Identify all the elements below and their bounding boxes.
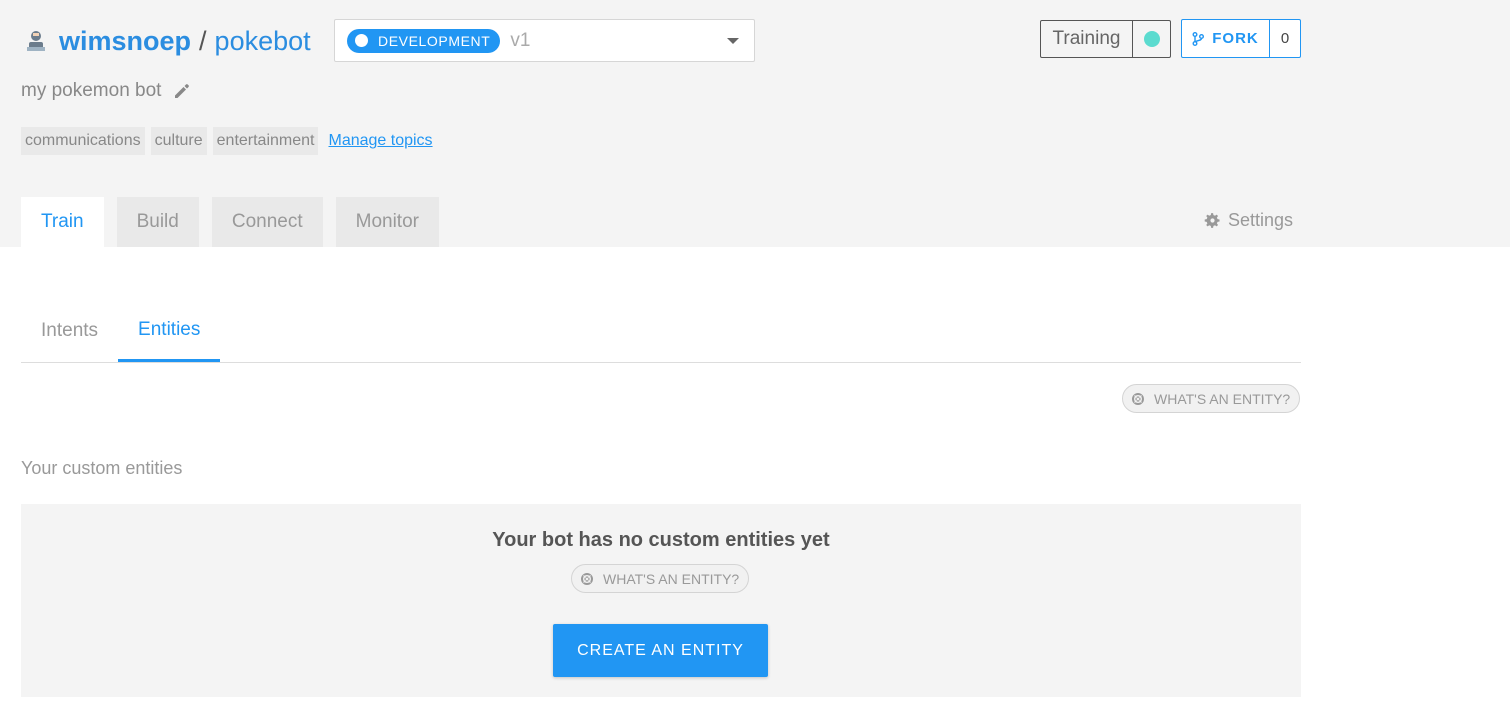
bot-header-panel: wimsnoep / pokebot DEVELOPMENT v1 Traini… <box>0 0 1510 247</box>
fork-control: FORK 0 <box>1181 19 1301 58</box>
main-tabs: Train Build Connect Monitor <box>21 197 452 247</box>
fork-label: FORK <box>1212 30 1259 47</box>
lifebuoy-icon <box>1132 392 1144 405</box>
bot-description: my pokemon bot <box>21 80 191 102</box>
create-entity-button[interactable]: CREATE AN ENTITY <box>553 624 768 677</box>
training-status <box>1133 21 1170 57</box>
lifebuoy-icon <box>581 572 593 585</box>
whats-an-entity-label: WHAT'S AN ENTITY? <box>1154 390 1291 407</box>
bot-name-link[interactable]: pokebot <box>215 26 311 57</box>
whats-an-entity-button[interactable]: WHAT'S AN ENTITY? <box>571 564 750 593</box>
title-separator: / <box>199 25 207 56</box>
train-sub-tabs: Intents Entities <box>21 300 1301 363</box>
tab-connect[interactable]: Connect <box>211 197 323 247</box>
settings-label: Settings <box>1228 210 1294 230</box>
gear-icon <box>1204 213 1220 228</box>
caret-down-icon <box>727 38 739 44</box>
fork-button[interactable]: FORK <box>1182 20 1270 57</box>
tab-intents[interactable]: Intents <box>21 300 118 362</box>
environment-dot <box>355 34 368 47</box>
training-label: Training <box>1041 21 1133 57</box>
status-dot-icon <box>1143 31 1160 47</box>
section-title: Your custom entities <box>21 458 183 478</box>
user-avatar-icon <box>22 27 50 55</box>
fork-count: 0 <box>1280 30 1290 47</box>
topic-tag: entertainment <box>212 127 319 155</box>
topic-tag: culture <box>150 127 207 155</box>
environment-label: DEVELOPMENT <box>378 32 491 49</box>
tab-entities[interactable]: Entities <box>118 300 221 362</box>
description-text: my pokemon bot <box>21 80 162 101</box>
topic-tag: communications <box>21 127 145 155</box>
tab-monitor[interactable]: Monitor <box>335 197 439 247</box>
manage-topics-link[interactable]: Manage topics <box>328 132 432 150</box>
version-label: v1 <box>510 29 531 51</box>
whats-an-entity-button[interactable]: WHAT'S AN ENTITY? <box>1122 384 1301 413</box>
whats-an-entity-label: WHAT'S AN ENTITY? <box>603 570 740 587</box>
tab-train[interactable]: Train <box>21 197 104 247</box>
tab-build[interactable]: Build <box>116 197 199 247</box>
version-select[interactable]: DEVELOPMENT v1 <box>334 19 755 62</box>
empty-state-title: Your bot has no custom entities yet <box>492 529 830 551</box>
topics-list: communications culture entertainment Man… <box>21 127 433 155</box>
settings-link[interactable]: Settings <box>1203 210 1293 231</box>
empty-state-panel: Your bot has no custom entities yet WHAT… <box>21 504 1301 697</box>
fork-icon <box>1192 31 1205 46</box>
pencil-icon[interactable] <box>173 82 191 100</box>
training-button[interactable]: Training <box>1040 20 1171 58</box>
owner-link[interactable]: wimsnoep <box>59 26 191 57</box>
bot-title: wimsnoep / pokebot <box>22 24 311 58</box>
environment-badge: DEVELOPMENT <box>347 28 501 53</box>
